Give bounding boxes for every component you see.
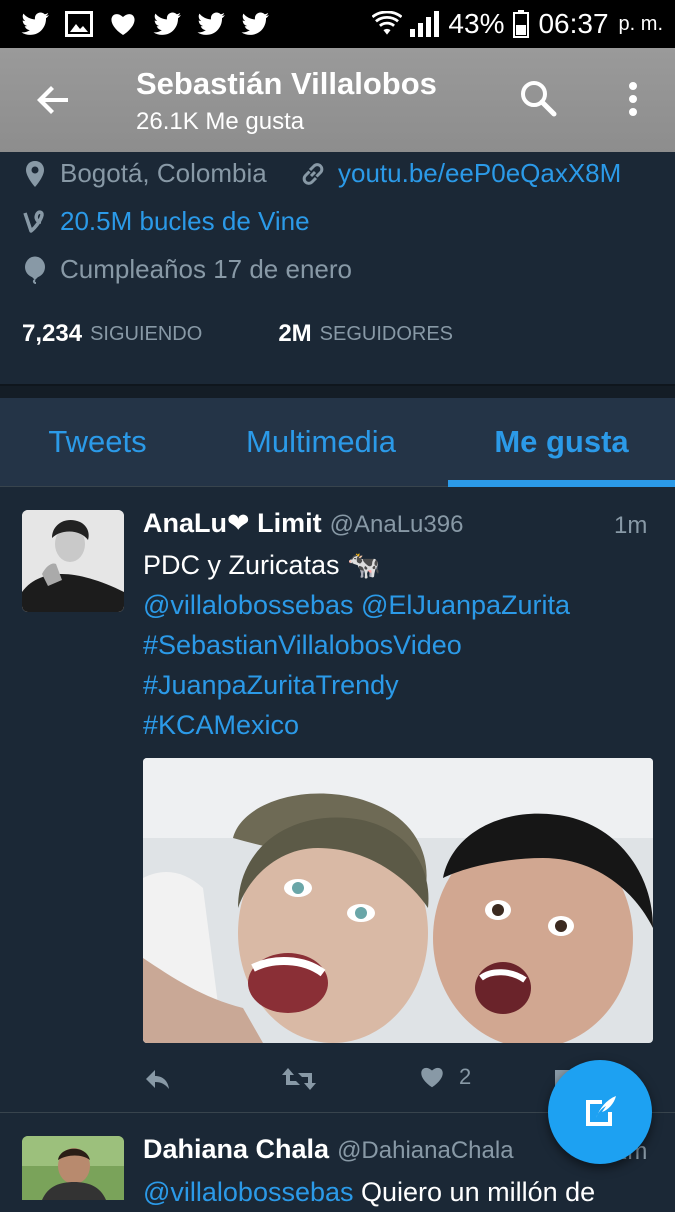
search-icon[interactable]	[518, 78, 560, 120]
vine-icon	[22, 208, 48, 236]
tweet-header: Dahiana Chala @DahianaChala	[143, 1134, 514, 1165]
following-label: SIGUIENDO	[90, 322, 203, 345]
clock: 06:37	[538, 8, 609, 39]
location-text: Bogotá, Colombia	[60, 158, 267, 188]
hashtag[interactable]: #SebastianVillalobosVideo	[143, 625, 570, 665]
status-bar: 43% 06:37 p. m.	[0, 0, 675, 48]
vine-loops-link[interactable]: 20.5M bucles de Vine	[60, 206, 310, 237]
tweet-mention[interactable]: @villalobossebas	[143, 1177, 354, 1207]
author-name[interactable]: AnaLu❤ Limit	[143, 508, 322, 539]
tweet-text: Quiero un millón de	[353, 1177, 596, 1207]
likes-count-subtitle: 26.1K Me gusta	[136, 108, 305, 135]
tweet-mentions[interactable]: @villalobossebas @ElJuanpaZurita	[143, 585, 570, 625]
avatar[interactable]	[22, 1136, 124, 1200]
tab-tweets[interactable]: Tweets	[0, 398, 195, 486]
tweet-body: @villalobossebas Quiero un millón de	[143, 1172, 595, 1212]
like-button[interactable]: 2	[419, 1064, 471, 1090]
battery-icon	[512, 10, 530, 38]
avatar[interactable]	[22, 510, 124, 612]
gallery-icon	[64, 11, 94, 37]
wifi-icon	[372, 11, 403, 37]
section-divider	[0, 384, 675, 398]
tweet-body: PDC y Zuricatas 🐄 @villalobossebas @ElJu…	[143, 545, 570, 745]
author-handle[interactable]: @AnaLu396	[330, 511, 464, 539]
following-count: 7,234	[22, 320, 83, 347]
reply-icon[interactable]	[143, 1064, 173, 1094]
retweet-icon[interactable]	[281, 1064, 317, 1094]
followers-count: 2M	[278, 320, 312, 347]
following-stat[interactable]: 7,234 SIGUIENDO	[22, 320, 202, 348]
location-pin-icon	[22, 160, 48, 188]
battery-percent: 43%	[448, 8, 505, 39]
followers-label: SEGUIDORES	[319, 322, 454, 345]
heart-icon	[419, 1064, 445, 1090]
website-row: youtu.be/eeP0eQaxX8M	[300, 158, 621, 189]
birthday-row: Cumpleaños 17 de enero	[22, 254, 352, 285]
tab-me-gusta[interactable]: Me gusta	[448, 398, 675, 486]
balloon-icon	[22, 256, 48, 284]
tweet-photo[interactable]	[143, 758, 653, 1043]
birthday-text: Cumpleaños 17 de enero	[60, 254, 352, 284]
author-handle[interactable]: @DahianaChala	[337, 1137, 513, 1165]
like-count: 2	[459, 1064, 472, 1089]
hashtag[interactable]: #KCAMexico	[143, 705, 570, 745]
follow-counts: 7,234 SIGUIENDO 2M SEGUIDORES	[22, 320, 453, 348]
compose-quill-icon	[578, 1090, 622, 1134]
twitter-icon	[240, 11, 270, 37]
link-icon	[300, 160, 326, 188]
heart-icon	[108, 11, 138, 37]
tweet-text: PDC y Zuricatas 🐄	[143, 550, 381, 580]
location-row: Bogotá, Colombia	[22, 158, 267, 189]
hashtag[interactable]: #JuanpaZuritaTrendy	[143, 665, 570, 705]
tweet-header: AnaLu❤ Limit @AnaLu396	[143, 508, 463, 539]
vine-row: 20.5M bucles de Vine	[22, 206, 310, 237]
tab-multimedia[interactable]: Multimedia	[205, 398, 437, 486]
signal-icon	[410, 11, 440, 37]
more-options-icon[interactable]	[620, 78, 646, 120]
app-bar: Sebastián Villalobos 26.1K Me gusta	[0, 48, 675, 152]
profile-details: Bogotá, Colombia youtu.be/eeP0eQaxX8M 20…	[0, 152, 675, 384]
followers-stat[interactable]: 2M SEGUIDORES	[278, 320, 453, 348]
active-tab-indicator	[448, 480, 675, 487]
twitter-icon	[196, 11, 226, 37]
tweet-timestamp: 1m	[614, 512, 648, 539]
system-indicators: 43% 06:37 p. m.	[372, 8, 675, 40]
twitter-icon	[20, 11, 50, 37]
twitter-icon	[152, 11, 182, 37]
clock-ampm: p. m.	[618, 12, 663, 35]
back-arrow-icon[interactable]	[32, 78, 76, 122]
website-link[interactable]: youtu.be/eeP0eQaxX8M	[338, 158, 621, 189]
profile-tabs: Tweets Multimedia Me gusta	[0, 398, 675, 487]
profile-title: Sebastián Villalobos	[136, 66, 437, 101]
notification-icons	[0, 11, 270, 37]
author-name[interactable]: Dahiana Chala	[143, 1134, 329, 1165]
compose-tweet-button[interactable]	[548, 1060, 652, 1164]
